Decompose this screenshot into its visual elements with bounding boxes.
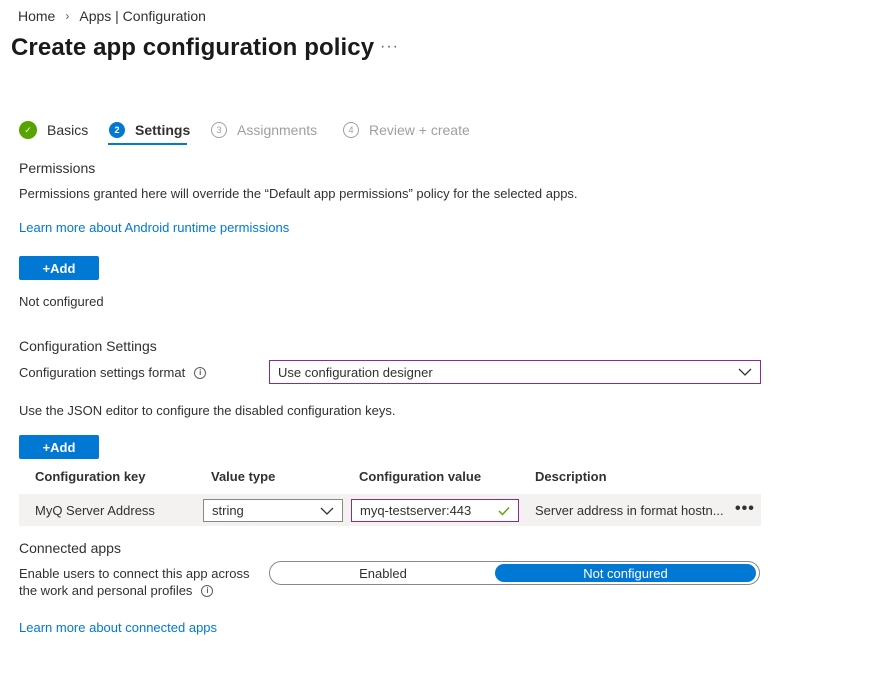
add-permission-button[interactable]: +Add [19, 256, 99, 280]
toggle-option-not-configured[interactable]: Not configured [495, 564, 756, 582]
column-header-description: Description [535, 469, 607, 484]
configuration-value-text: myq-testserver:443 [360, 503, 472, 518]
android-permissions-link[interactable]: Learn more about Android runtime permiss… [19, 220, 289, 235]
toggle-option-enabled[interactable]: Enabled [272, 564, 494, 582]
connected-apps-heading: Connected apps [19, 540, 121, 556]
step-number-icon: 2 [109, 122, 125, 138]
value-type-dropdown[interactable]: string [203, 499, 343, 522]
page-title: Create app configuration policy [11, 34, 375, 61]
permissions-status: Not configured [19, 294, 104, 309]
wizard-step-settings[interactable]: 2 Settings [109, 118, 190, 142]
info-icon[interactable]: i [194, 366, 207, 379]
connected-apps-label-row: the work and personal profiles i [19, 583, 214, 598]
connected-apps-link[interactable]: Learn more about connected apps [19, 620, 217, 635]
config-format-value: Use configuration designer [278, 364, 433, 380]
wizard-step-label: Assignments [237, 122, 318, 138]
column-header-configuration-key: Configuration key [35, 469, 146, 484]
config-format-label-row: Configuration settings format i [19, 365, 207, 380]
breadcrumb: Home › Apps | Configuration [18, 8, 206, 24]
connected-apps-label-line1: Enable users to connect this app across [19, 566, 250, 581]
wizard-step-label: Basics [47, 122, 89, 138]
config-format-dropdown[interactable]: Use configuration designer [269, 360, 761, 384]
chevron-down-icon [738, 368, 752, 376]
row-configuration-key: MyQ Server Address [35, 503, 155, 518]
chevron-right-icon: › [65, 9, 70, 23]
chevron-down-icon [320, 507, 334, 515]
wizard-step-label: Settings [135, 122, 191, 138]
connected-apps-toggle: Enabled Not configured [269, 561, 760, 585]
wizard-step-review-create[interactable]: 4 Review + create [343, 118, 470, 142]
wizard-step-label: Review + create [369, 122, 470, 138]
checkmark-icon: ✓ [19, 121, 37, 139]
active-step-indicator [108, 143, 187, 145]
step-number-icon: 4 [343, 122, 359, 138]
wizard-step-basics[interactable]: ✓ Basics [19, 118, 88, 142]
row-description: Server address in format hostn... [535, 503, 724, 518]
configuration-value-input[interactable]: myq-testserver:443 [351, 499, 519, 522]
column-header-value-type: Value type [211, 469, 276, 484]
checkmark-icon [498, 506, 510, 516]
configuration-settings-heading: Configuration Settings [19, 338, 157, 354]
config-format-label: Configuration settings format [19, 365, 186, 380]
wizard-step-assignments[interactable]: 3 Assignments [211, 118, 317, 142]
row-more-icon[interactable]: ••• [735, 500, 755, 518]
breadcrumb-home-link[interactable]: Home [18, 8, 55, 24]
json-editor-note: Use the JSON editor to configure the dis… [19, 403, 396, 418]
info-icon[interactable]: i [201, 584, 214, 597]
value-type-value: string [212, 503, 244, 518]
more-options-icon[interactable]: ··· [380, 38, 399, 56]
column-header-configuration-value: Configuration value [359, 469, 482, 484]
connected-apps-label-line2: the work and personal profiles [19, 583, 193, 598]
permissions-heading: Permissions [19, 160, 96, 176]
permissions-description: Permissions granted here will override t… [19, 186, 578, 201]
step-number-icon: 3 [211, 122, 227, 138]
breadcrumb-apps-configuration-link[interactable]: Apps | Configuration [79, 8, 206, 24]
add-configuration-button[interactable]: +Add [19, 435, 99, 459]
